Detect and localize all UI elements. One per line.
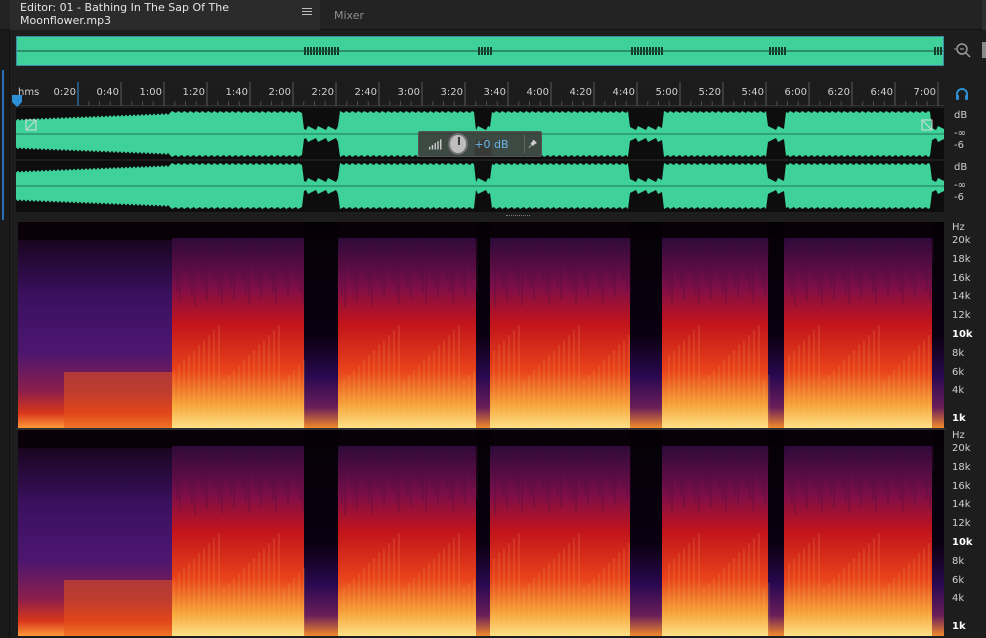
zoom-icon[interactable] (953, 40, 973, 60)
ruler-label: 1:20 (182, 87, 205, 98)
hz-tick-label: 6k (952, 574, 965, 586)
ruler-label: 3:00 (397, 87, 420, 98)
hz-tick-label: 10k (952, 537, 973, 548)
waveform-display[interactable] (16, 108, 944, 212)
overview-waveform (17, 37, 943, 65)
hz-tick-label: 8k (952, 347, 965, 359)
tab-editor-label: Editor: 01 - Bathing In The Sap Of The M… (20, 1, 229, 27)
tab-mixer[interactable]: Mixer (322, 0, 382, 30)
db-tick-6-top: -6 (954, 140, 964, 151)
hz-tick-label: 16k (952, 272, 971, 284)
tab-bar: Editor: 01 - Bathing In The Sap Of The M… (0, 0, 986, 30)
db-tick-inf-bottom: -∞ (954, 180, 966, 191)
ruler-label: 2:40 (354, 87, 377, 98)
spectrogram-image-left (18, 222, 944, 428)
panel-splitter[interactable] (16, 212, 944, 220)
ruler-label: 6:20 (827, 87, 850, 98)
hz-tick-label: 6k (952, 366, 965, 378)
db-scale: dB -∞ -6 dB -∞ -6 (946, 108, 986, 212)
hz-tick-label: 14k (952, 499, 971, 511)
hz-tick-label: 16k (952, 480, 971, 492)
tab-mixer-label: Mixer (334, 8, 365, 22)
hz-tick-label: 4k (952, 593, 965, 605)
ruler-label: 1:00 (139, 87, 162, 98)
hz-scale-right: Hz 20k 18k 16k 14k 12k 10k 8k 6k 4k 1k (946, 428, 986, 636)
db-tick-inf-top: -∞ (954, 128, 966, 139)
spectrogram-image-right (18, 430, 944, 636)
ruler-label: 5:20 (698, 87, 721, 98)
hz-tick-label: 20k (952, 235, 971, 246)
hz-tick-label: 8k (952, 555, 965, 567)
hz-tick-label: 4k (952, 385, 965, 397)
ruler-label: 5:40 (741, 87, 764, 98)
volume-hud[interactable]: +0 dB (418, 131, 542, 157)
volume-value[interactable]: +0 dB (474, 138, 520, 151)
panel-edge-handle[interactable] (982, 42, 986, 58)
ruler-label: 4:20 (569, 87, 592, 98)
headphones-icon[interactable] (955, 86, 969, 100)
panel-focus-indicator (2, 70, 4, 220)
playhead-marker[interactable] (12, 92, 22, 107)
splitter-grip[interactable] (506, 215, 530, 217)
volume-knob[interactable] (447, 133, 469, 155)
hz-tick-label: 20k (952, 443, 971, 454)
ruler-label: 0:40 (96, 87, 119, 98)
level-bars-icon (429, 139, 442, 150)
ruler-label: 3:20 (440, 87, 463, 98)
ruler-label: 4:40 (612, 87, 635, 98)
ruler-label: 4:00 (526, 87, 549, 98)
hz-unit-label: Hz (952, 430, 965, 441)
hz-tick-label: 14k (952, 291, 971, 303)
hz-scale-left: Hz 20k 18k 16k 14k 12k 10k 8k 6k 4k 1k (946, 220, 986, 428)
hz-tick-label: 18k (952, 461, 971, 473)
pin-icon[interactable] (524, 135, 541, 153)
tab-menu-icon[interactable] (302, 8, 312, 18)
ruler-label: 3:40 (483, 87, 506, 98)
ruler-label: 2:00 (268, 87, 291, 98)
ruler-label: 5:00 (655, 87, 678, 98)
time-ruler[interactable]: hms 0:20 0:40 1:00 1:20 1:40 2:00 2:20 2:40 3:00… (16, 82, 944, 106)
ruler-label: 7:00 (913, 87, 936, 98)
ruler-label: 0:20 (53, 87, 76, 98)
spectrogram-right-channel[interactable] (18, 430, 944, 636)
ruler-label: 2:20 (311, 87, 334, 98)
hz-tick-label: 12k (952, 310, 971, 322)
hz-tick-label: 10k (952, 329, 973, 340)
spectrogram-left-channel[interactable] (18, 222, 944, 428)
ruler-label: 1:40 (225, 87, 248, 98)
fade-handles (25, 119, 933, 131)
hz-tick-label: 1k (952, 413, 966, 424)
hz-tick-label: 12k (952, 518, 971, 530)
panel-edge (982, 0, 986, 30)
db-tick-6-bottom: -6 (954, 192, 964, 203)
waveform-overview[interactable] (16, 36, 944, 66)
db-label-top: dB (954, 110, 968, 121)
left-gutter (0, 30, 10, 638)
ruler-label: 6:40 (870, 87, 893, 98)
hz-unit-label: Hz (952, 222, 965, 233)
db-label-bottom: dB (954, 162, 968, 173)
hz-tick-label: 18k (952, 253, 971, 265)
ruler-label: 6:00 (784, 87, 807, 98)
tab-editor[interactable]: Editor: 01 - Bathing In The Sap Of The M… (10, 0, 320, 30)
hz-tick-label: 1k (952, 621, 966, 632)
